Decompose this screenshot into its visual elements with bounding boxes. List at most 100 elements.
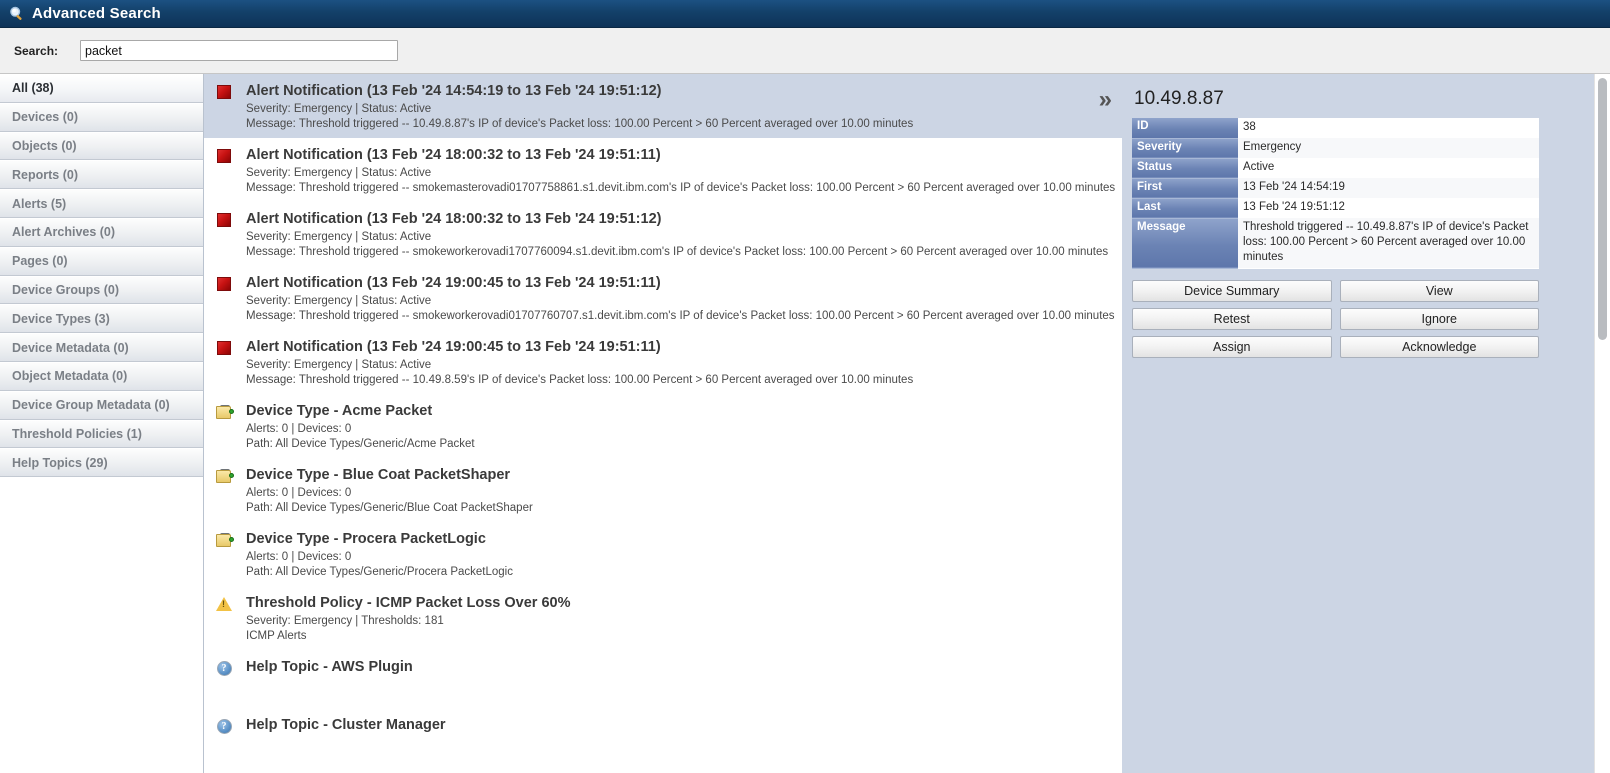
sidebar-item-objects[interactable]: Objects (0) (0, 131, 203, 161)
sidebar-item-device-groups[interactable]: Device Groups (0) (0, 275, 203, 305)
result-title: Alert Notification (13 Feb '24 19:00:45 … (246, 275, 661, 291)
sidebar-item-pages[interactable]: Pages (0) (0, 246, 203, 276)
result-title: Help Topic - AWS Plugin (246, 659, 413, 675)
search-input[interactable] (80, 40, 398, 61)
detail-key: ID (1132, 118, 1238, 139)
detail-key: Message (1132, 218, 1238, 269)
result-message: Message: Threshold triggered -- smokewor… (246, 245, 1109, 258)
help-question-icon: ? (214, 719, 234, 734)
result-body: Alert Notification (13 Feb '24 18:00:32 … (246, 210, 1112, 259)
device-type-folder-icon (214, 469, 234, 484)
detail-key: First (1132, 178, 1238, 199)
result-meta: Severity: Emergency | Status: Active (246, 231, 432, 243)
result-body: Device Type - Acme Packet Alerts: 0 | De… (246, 402, 1112, 451)
detail-row: Status Active (1132, 158, 1539, 179)
device-type-folder-icon (214, 405, 234, 420)
detail-row: Severity Emergency (1132, 138, 1539, 159)
detail-title: 10.49.8.87 (1134, 88, 1224, 109)
sidebar-item-label: Alerts (5) (12, 196, 67, 211)
alert-square-icon (214, 149, 234, 163)
result-row-alert[interactable]: Alert Notification (13 Feb '24 18:00:32 … (204, 138, 1122, 202)
detail-value: 38 (1238, 118, 1539, 138)
result-title: Device Type - Blue Coat PacketShaper (246, 467, 511, 483)
alert-square-icon (214, 213, 234, 227)
result-row-device-type[interactable]: Device Type - Blue Coat PacketShaper Ale… (204, 458, 1122, 522)
alert-square-icon (214, 341, 234, 355)
result-row-help-topic[interactable]: ? Help Topic - Cluster Manager (204, 708, 1122, 766)
result-path: Path: All Device Types/Generic/Blue Coat… (246, 501, 533, 514)
assign-button[interactable]: Assign (1132, 335, 1332, 358)
sidebar-item-reports[interactable]: Reports (0) (0, 160, 203, 190)
sidebar-item-label: Objects (0) (12, 138, 77, 153)
sidebar-item-device-metadata[interactable]: Device Metadata (0) (0, 333, 203, 362)
result-row-help-topic[interactable]: ? Help Topic - Device Summary The Device… (204, 766, 1122, 773)
window-title: Advanced Search (32, 5, 161, 22)
result-title: Alert Notification (13 Feb '24 14:54:19 … (246, 83, 662, 99)
window-titlebar: Advanced Search (0, 0, 1610, 28)
sidebar-item-threshold-policies[interactable]: Threshold Policies (1) (0, 419, 203, 449)
result-title: Device Type - Acme Packet (246, 403, 433, 419)
device-summary-button[interactable]: Device Summary (1132, 279, 1332, 302)
content-area: All (38) Devices (0) Objects (0) Reports… (0, 74, 1610, 773)
result-row-alert[interactable]: Alert Notification (13 Feb '24 18:00:32 … (204, 202, 1122, 266)
sidebar-item-object-metadata[interactable]: Object Metadata (0) (0, 361, 203, 391)
warning-triangle-icon (214, 597, 234, 611)
sidebar-item-help-topics[interactable]: Help Topics (29) (0, 448, 203, 478)
alert-square-icon (214, 277, 234, 291)
collapse-panel-button[interactable]: » (1099, 88, 1112, 112)
result-row-device-type[interactable]: Device Type - Acme Packet Alerts: 0 | De… (204, 394, 1122, 458)
result-row-help-topic[interactable]: ? Help Topic - AWS Plugin (204, 650, 1122, 708)
result-body: Alert Notification (13 Feb '24 18:00:32 … (246, 146, 1116, 195)
result-body: Help Topic - Cluster Manager (246, 716, 1112, 736)
detail-value: 13 Feb '24 14:54:19 (1238, 178, 1539, 198)
detail-table: ID 38 Severity Emergency Status Active F… (1132, 118, 1539, 269)
result-body: Alert Notification (13 Feb '24 14:54:19 … (246, 82, 1112, 131)
result-meta: Severity: Emergency | Status: Active (246, 167, 432, 179)
sidebar-item-label: Device Metadata (0) (12, 340, 129, 355)
result-path: Path: All Device Types/Generic/Procera P… (246, 565, 513, 578)
view-button[interactable]: View (1339, 279, 1539, 302)
result-row-alert[interactable]: Alert Notification (13 Feb '24 14:54:19 … (204, 74, 1122, 138)
page-scrollbar-thumb[interactable] (1598, 78, 1607, 340)
sidebar-item-label: All (38) (12, 81, 54, 96)
sidebar-item-device-group-metadata[interactable]: Device Group Metadata (0) (0, 390, 203, 420)
search-icon (8, 5, 26, 23)
result-body: Threshold Policy - ICMP Packet Loss Over… (246, 594, 1112, 643)
sidebar-item-label: Help Topics (29) (12, 455, 108, 470)
result-message: Message: Threshold triggered -- smokemas… (246, 181, 1116, 194)
sidebar-item-alerts[interactable]: Alerts (5) (0, 189, 203, 218)
result-message: Message: Threshold triggered -- 10.49.8.… (246, 117, 914, 130)
result-row-threshold-policy[interactable]: Threshold Policy - ICMP Packet Loss Over… (204, 586, 1122, 650)
search-bar: Search: (0, 28, 1610, 74)
detail-key: Last (1132, 198, 1238, 219)
acknowledge-button[interactable]: Acknowledge (1339, 335, 1539, 358)
detail-row: Message Threshold triggered -- 10.49.8.8… (1132, 218, 1539, 269)
sidebar-item-label: Devices (0) (12, 110, 79, 125)
sidebar-item-label: Reports (0) (12, 167, 78, 182)
device-type-folder-icon (214, 533, 234, 548)
sidebar-item-alert-archives[interactable]: Alert Archives (0) (0, 217, 203, 247)
sidebar-item-label: Device Types (3) (12, 311, 110, 326)
detail-value: Threshold triggered -- 10.49.8.87's IP o… (1238, 218, 1539, 268)
help-question-icon: ? (214, 661, 234, 676)
ignore-button[interactable]: Ignore (1339, 307, 1539, 330)
result-body: Help Topic - AWS Plugin (246, 658, 1112, 678)
sidebar-item-devices[interactable]: Devices (0) (0, 102, 203, 132)
sidebar-item-label: Threshold Policies (1) (12, 426, 142, 441)
result-meta: Severity: Emergency | Status: Active (246, 359, 432, 371)
page-scrollbar[interactable] (1594, 74, 1610, 773)
search-label: Search: (14, 43, 59, 58)
detail-action-buttons: Device Summary View Retest Ignore Assign… (1132, 279, 1539, 358)
sidebar-item-label: Device Groups (0) (12, 282, 119, 297)
detail-value: Emergency (1238, 138, 1539, 158)
result-title: Alert Notification (13 Feb '24 19:00:45 … (246, 339, 661, 355)
result-row-alert[interactable]: Alert Notification (13 Feb '24 19:00:45 … (204, 266, 1122, 330)
result-row-alert[interactable]: Alert Notification (13 Feb '24 19:00:45 … (204, 330, 1122, 394)
retest-button[interactable]: Retest (1132, 307, 1332, 330)
sidebar-item-label: Alert Archives (0) (12, 225, 116, 240)
result-row-device-type[interactable]: Device Type - Procera PacketLogic Alerts… (204, 522, 1122, 586)
result-meta: Alerts: 0 | Devices: 0 (246, 423, 352, 435)
sidebar-item-device-types[interactable]: Device Types (3) (0, 304, 203, 334)
result-meta: Severity: Emergency | Status: Active (246, 295, 432, 307)
sidebar-item-all[interactable]: All (38) (0, 74, 203, 103)
